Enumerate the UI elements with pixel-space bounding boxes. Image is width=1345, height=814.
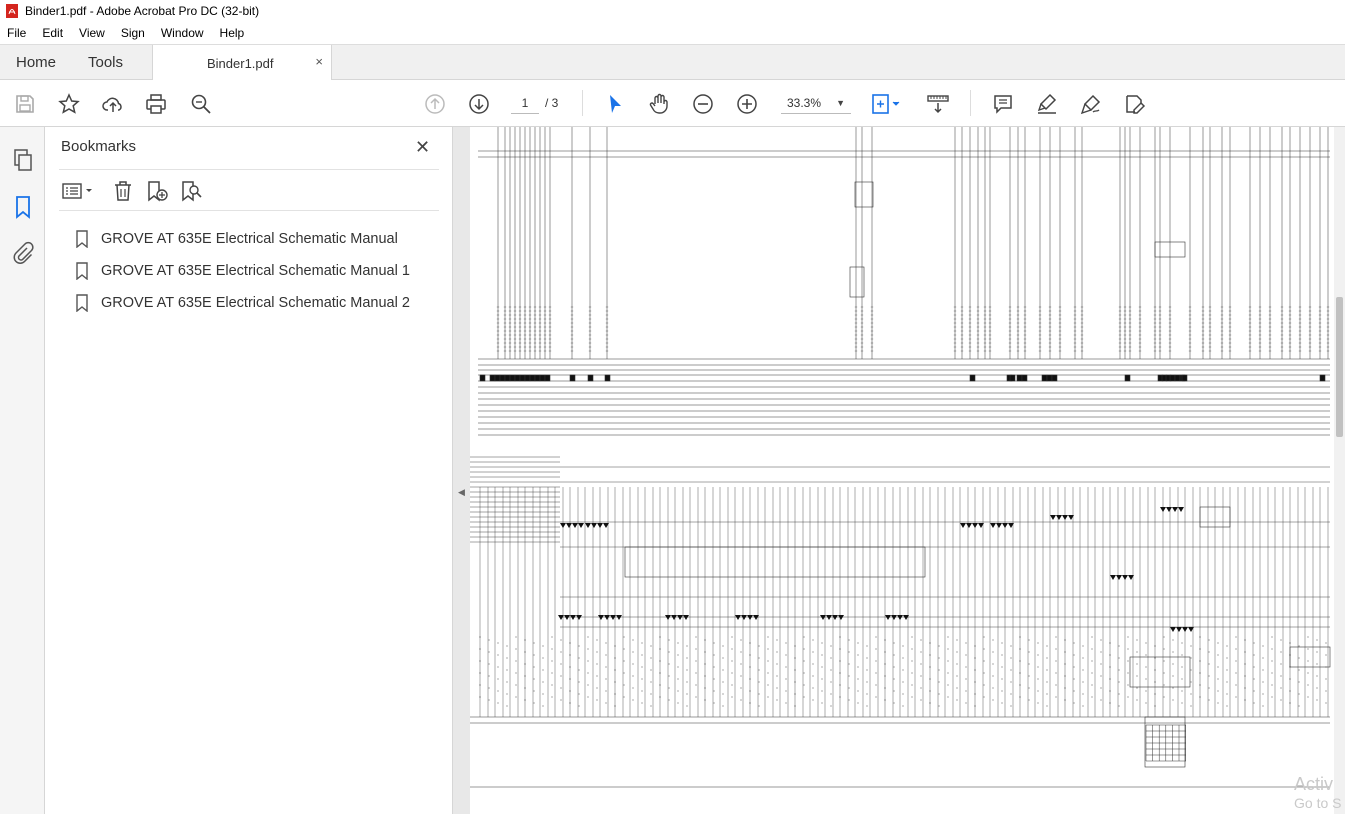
hand-tool-icon[interactable] (646, 91, 672, 117)
menu-help[interactable]: Help (219, 24, 246, 42)
fill-sign-icon[interactable] (1122, 91, 1148, 117)
vertical-scrollbar[interactable] (1334, 127, 1345, 814)
menu-bar: File Edit View Sign Window Help (0, 22, 1345, 44)
tab-document-label: Binder1.pdf (207, 55, 274, 71)
star-icon[interactable] (56, 91, 82, 117)
watermark-line-1: Activ (1294, 774, 1334, 794)
new-bookmark-icon[interactable] (145, 179, 169, 203)
search-zoom-icon[interactable] (188, 91, 214, 117)
bookmarks-title: Bookmarks (61, 138, 137, 155)
bookmark-item[interactable]: GROVE AT 635E Electrical Schematic Manua… (75, 287, 410, 319)
menu-view[interactable]: View (78, 24, 106, 42)
bookmark-icon (76, 230, 88, 248)
previous-page-icon[interactable] (422, 91, 448, 117)
bookmark-options-icon[interactable] (61, 179, 95, 203)
draw-pen-icon[interactable] (1078, 91, 1104, 117)
bookmark-list: GROVE AT 635E Electrical Schematic Manua… (75, 223, 410, 319)
bookmark-label: GROVE AT 635E Electrical Schematic Manua… (101, 263, 410, 279)
scrollbar-thumb[interactable] (1336, 297, 1343, 437)
bookmark-item[interactable]: GROVE AT 635E Electrical Schematic Manua… (75, 223, 410, 255)
print-icon[interactable] (143, 91, 169, 117)
delete-bookmark-icon[interactable] (111, 179, 135, 203)
toolbar-divider (970, 90, 971, 116)
bookmark-label: GROVE AT 635E Electrical Schematic Manua… (101, 231, 398, 247)
scroll-mode-icon[interactable] (925, 91, 951, 117)
title-bar: Binder1.pdf - Adobe Acrobat Pro DC (32-b… (0, 0, 1345, 22)
find-bookmark-icon[interactable] (179, 179, 203, 203)
comment-icon[interactable] (990, 91, 1016, 117)
activation-watermark: Activ Go to S (1294, 775, 1341, 813)
tab-document[interactable]: Binder1.pdf × (152, 45, 332, 81)
highlight-pen-icon[interactable] (1034, 91, 1060, 117)
zoom-level-value: 33.3% (787, 96, 822, 110)
tab-tools[interactable]: Tools (88, 45, 123, 80)
menu-window[interactable]: Window (160, 24, 205, 42)
electrical-schematic (470, 127, 1331, 788)
page-thumbnails-icon[interactable] (10, 147, 36, 173)
menu-sign[interactable]: Sign (120, 24, 146, 42)
close-panel-icon[interactable]: ✕ (415, 137, 430, 158)
bookmark-item[interactable]: GROVE AT 635E Electrical Schematic Manua… (75, 255, 410, 287)
page-total: / 3 (545, 96, 559, 110)
save-icon[interactable] (12, 91, 38, 117)
tab-tools-label: Tools (88, 54, 124, 71)
bookmarks-toolbar (59, 169, 439, 211)
pdf-page (470, 127, 1334, 814)
page-number-input[interactable]: 1 (511, 92, 539, 114)
menu-edit[interactable]: Edit (41, 24, 64, 42)
collapse-left-icon: ◀ (458, 487, 465, 497)
navigation-rail (0, 127, 45, 814)
tab-home-label: Home (16, 54, 57, 71)
document-viewer[interactable] (470, 127, 1345, 814)
chevron-down-icon: ▼ (836, 98, 845, 108)
main-toolbar: 1 / 3 33.3% ▼ (0, 80, 1345, 127)
close-tab-icon[interactable]: × (315, 54, 323, 69)
bookmark-icon (76, 262, 88, 280)
toolbar-divider (582, 90, 583, 116)
zoom-level-select[interactable]: 33.3% ▼ (781, 92, 851, 114)
fit-page-icon[interactable] (869, 91, 905, 117)
select-cursor-icon[interactable] (602, 91, 628, 117)
tab-home[interactable]: Home (16, 45, 56, 80)
acrobat-app-icon (6, 4, 18, 18)
attachments-icon[interactable] (10, 240, 36, 266)
panel-collapse-handle[interactable]: ◀ (453, 127, 470, 814)
cloud-upload-icon[interactable] (100, 91, 126, 117)
menu-file[interactable]: File (6, 24, 27, 42)
bookmarks-panel: Bookmarks ✕ GROVE AT 635E Electrical Sch… (45, 127, 453, 814)
watermark-line-2: Go to S (1294, 795, 1342, 811)
bookmark-panel-icon[interactable] (10, 194, 36, 220)
bookmark-label: GROVE AT 635E Electrical Schematic Manua… (101, 295, 410, 311)
next-page-icon[interactable] (466, 91, 492, 117)
bookmark-icon (76, 294, 88, 312)
window-title: Binder1.pdf - Adobe Acrobat Pro DC (32-b… (25, 4, 260, 18)
zoom-out-icon[interactable] (690, 91, 716, 117)
zoom-in-icon[interactable] (734, 91, 760, 117)
tab-bar: Home Tools Binder1.pdf × (0, 44, 1345, 81)
